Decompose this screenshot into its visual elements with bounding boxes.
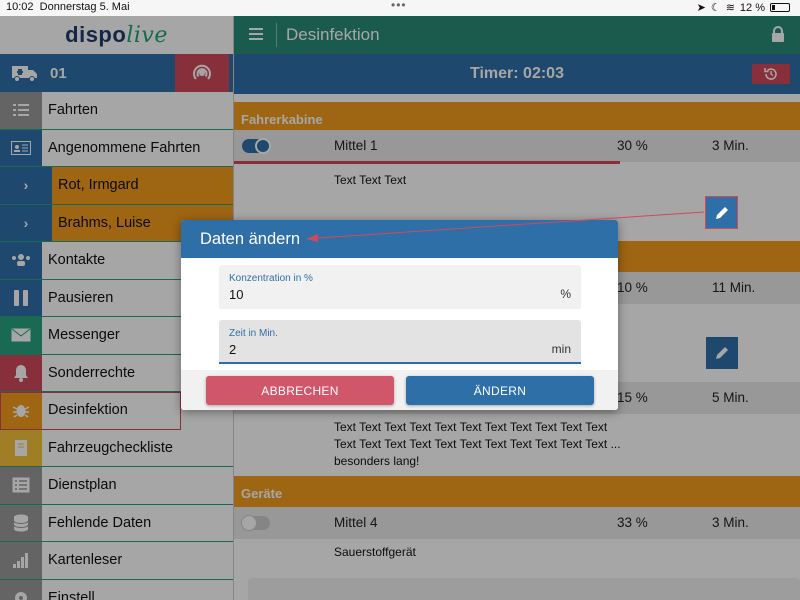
concentration-field[interactable]: Konzentration in % 10 % bbox=[219, 265, 581, 309]
field-label: Zeit in Min. bbox=[229, 328, 278, 339]
cancel-button[interactable]: ABBRECHEN bbox=[206, 376, 394, 405]
dialog-title: Daten ändern bbox=[181, 220, 618, 258]
dialog-actions: ABBRECHEN ÄNDERN bbox=[181, 370, 618, 410]
location-icon: ➤ bbox=[696, 2, 706, 14]
edit-dialog: Daten ändern Konzentration in % 10 % Zei… bbox=[181, 220, 618, 410]
status-indicators: ➤ ☾ ≋ 12 % bbox=[697, 1, 790, 14]
field-unit: % bbox=[560, 287, 571, 301]
status-bar: 10:02 Donnerstag 5. Mai ••• ➤ ☾ ≋ 12 % bbox=[0, 0, 800, 16]
multitasking-dots[interactable]: ••• bbox=[391, 0, 407, 12]
battery-icon bbox=[770, 3, 790, 12]
battery-percent: 12 % bbox=[739, 1, 765, 14]
confirm-button[interactable]: ÄNDERN bbox=[406, 376, 594, 405]
field-label: Konzentration in % bbox=[229, 273, 313, 284]
pencil-icon bbox=[715, 206, 728, 219]
field-value: 2 bbox=[229, 342, 237, 357]
moon-icon: ☾ bbox=[710, 2, 721, 14]
edit-button-highlighted[interactable] bbox=[705, 196, 738, 229]
wifi-icon: ≋ bbox=[725, 2, 735, 14]
field-value: 10 bbox=[229, 287, 244, 302]
status-time: 10:02 Donnerstag 5. Mai bbox=[6, 1, 130, 13]
field-unit: min bbox=[551, 342, 571, 356]
duration-field[interactable]: Zeit in Min. 2 min bbox=[219, 320, 581, 364]
